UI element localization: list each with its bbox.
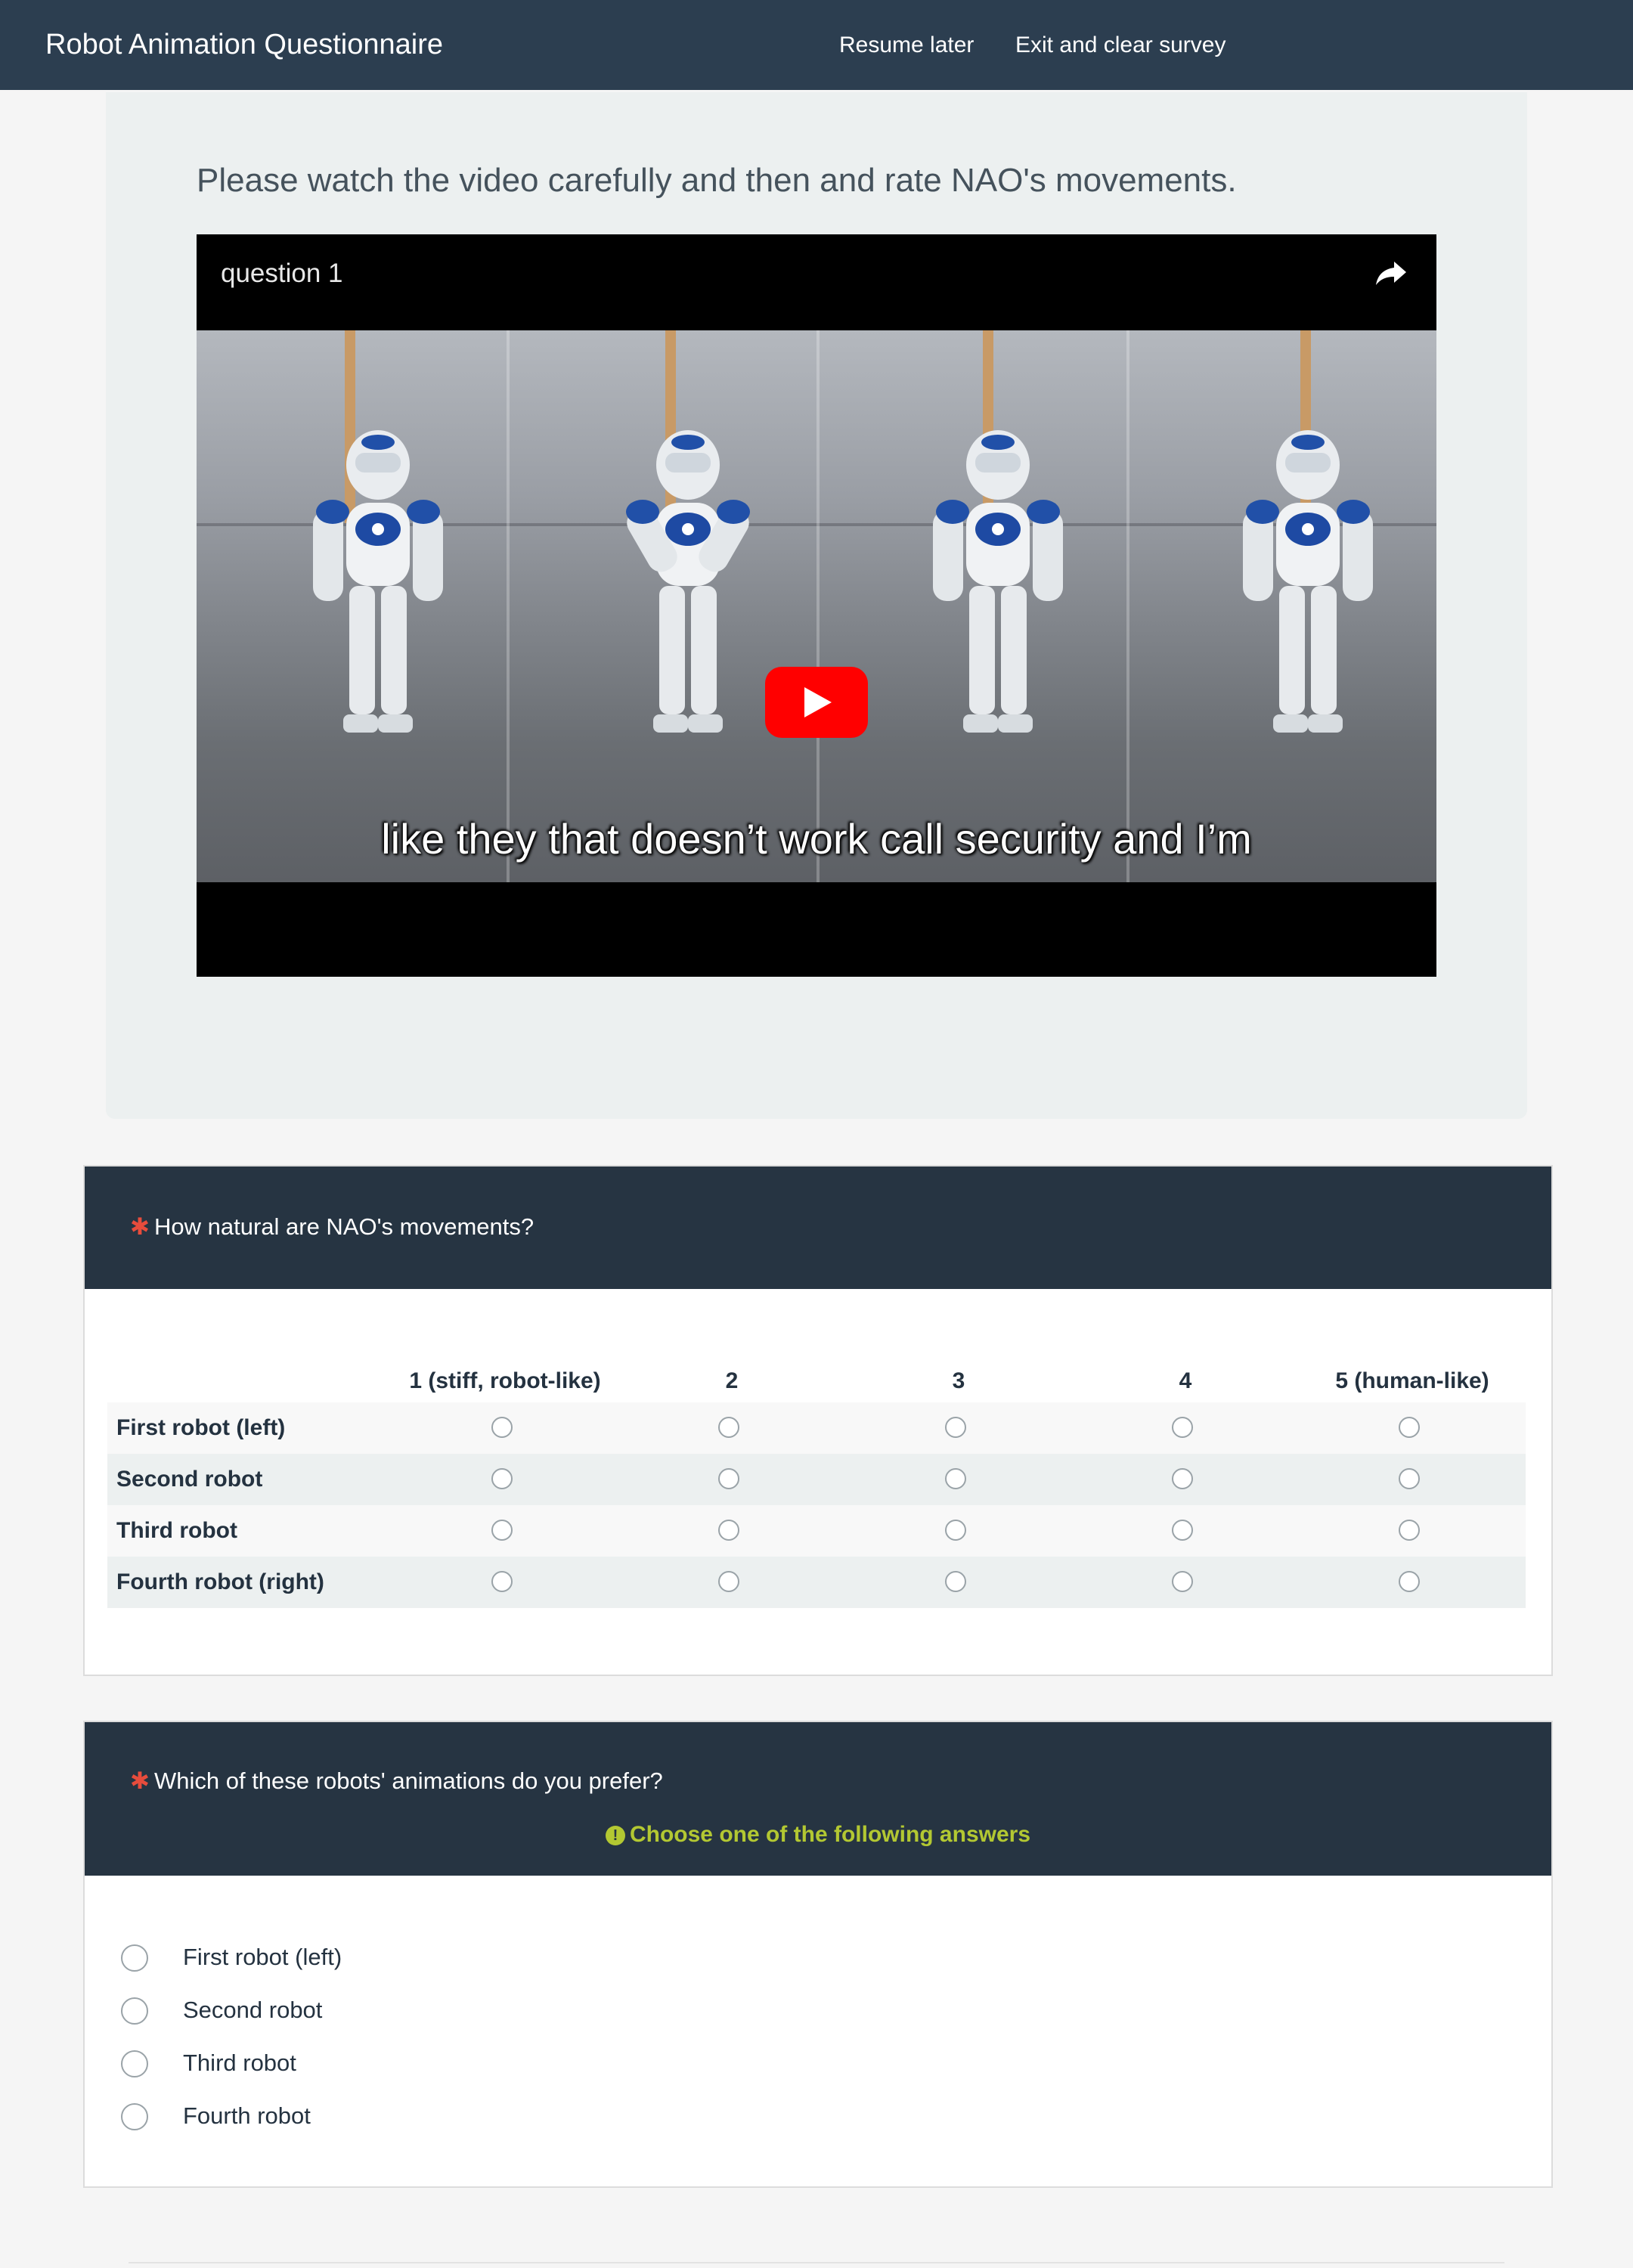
panel-divider: [507, 330, 510, 882]
top-navbar: Robot Animation Questionnaire Resume lat…: [0, 0, 1633, 90]
rating-radio[interactable]: [945, 1520, 966, 1541]
video-player[interactable]: question 1 like they that doesn’t work c…: [197, 234, 1436, 977]
question-help: ! Choose one of the following answers: [85, 1822, 1551, 1848]
youtube-play-icon[interactable]: [765, 667, 868, 738]
table-row: Second robot: [107, 1454, 1526, 1505]
question-header: ✱ Which of these robots' animations do yo…: [85, 1722, 1551, 1876]
rating-radio[interactable]: [1172, 1417, 1193, 1438]
rating-radio[interactable]: [491, 1468, 513, 1489]
video-subtitle: like they that doesn’t work call securit…: [381, 815, 1252, 863]
panel-divider: [816, 330, 820, 882]
answer-label[interactable]: First robot (left): [183, 1944, 342, 1971]
column-header: 1 (stiff, robot-like): [409, 1368, 601, 1393]
rating-radio[interactable]: [491, 1520, 513, 1541]
rating-radio[interactable]: [1172, 1468, 1193, 1489]
rating-radio[interactable]: [491, 1571, 513, 1592]
answer-radio[interactable]: [121, 2050, 148, 2077]
help-text: Choose one of the following answers: [629, 1822, 1031, 1847]
rating-radio[interactable]: [491, 1417, 513, 1438]
answer-label[interactable]: Third robot: [183, 2050, 296, 2077]
column-header: 5 (human-like): [1335, 1368, 1489, 1393]
question-label: How natural are NAO's movements?: [153, 1213, 535, 1240]
rating-radio[interactable]: [1399, 1468, 1420, 1489]
intro-panel: Please watch the video carefully and the…: [106, 92, 1527, 1119]
required-asterisk: ✱: [130, 1213, 150, 1240]
share-arrow-icon[interactable]: [1373, 254, 1409, 290]
row-label: Third robot: [116, 1518, 237, 1543]
question-text: ✱ How natural are NAO's movements?: [130, 1213, 534, 1241]
answer-radio[interactable]: [121, 1944, 148, 1972]
question-label: Which of these robots' animations do you…: [153, 1768, 663, 1794]
video-thumbnail[interactable]: like they that doesn’t work call securit…: [197, 330, 1436, 882]
nao-robot-figure: [1243, 430, 1373, 733]
rating-radio[interactable]: [1172, 1520, 1193, 1541]
nao-robot-figure: [933, 430, 1063, 733]
rating-radio[interactable]: [1172, 1571, 1193, 1592]
intro-instruction: Please watch the video carefully and the…: [197, 162, 1237, 199]
nao-robot-figure: [626, 430, 750, 733]
required-asterisk: ✱: [130, 1768, 150, 1794]
survey-title: Robot Animation Questionnaire: [45, 29, 443, 60]
table-row: First robot (left): [107, 1402, 1526, 1454]
rating-radio[interactable]: [1399, 1417, 1420, 1438]
nao-robot-figure: [313, 430, 443, 733]
answer-label[interactable]: Fourth robot: [183, 2102, 311, 2130]
rating-radio[interactable]: [718, 1417, 739, 1438]
column-header: 2: [725, 1368, 739, 1393]
info-icon: !: [605, 1826, 625, 1845]
table-row: Third robot: [107, 1505, 1526, 1557]
divider: [129, 2262, 1504, 2263]
column-header: 3: [952, 1368, 965, 1393]
row-label: First robot (left): [116, 1415, 286, 1440]
column-header: 4: [1179, 1368, 1192, 1393]
answer-label[interactable]: Second robot: [183, 1997, 322, 2024]
rating-radio[interactable]: [1399, 1571, 1420, 1592]
exit-clear-survey-link[interactable]: Exit and clear survey: [1015, 0, 1226, 90]
answer-radio[interactable]: [121, 1997, 148, 2025]
rating-radio[interactable]: [945, 1417, 966, 1438]
question-text: ✱ Which of these robots' animations do yo…: [130, 1768, 663, 1795]
video-title[interactable]: question 1: [221, 259, 343, 289]
rating-radio[interactable]: [718, 1520, 739, 1541]
rating-radio[interactable]: [1399, 1520, 1420, 1541]
resume-later-link[interactable]: Resume later: [839, 0, 974, 90]
rating-radio[interactable]: [945, 1468, 966, 1489]
table-row: Fourth robot (right): [107, 1557, 1526, 1608]
question-header: ✱ How natural are NAO's movements?: [85, 1167, 1551, 1289]
answer-radio[interactable]: [121, 2103, 148, 2130]
row-label: Fourth robot (right): [116, 1569, 324, 1594]
panel-divider: [1126, 330, 1129, 882]
row-label: Second robot: [116, 1467, 263, 1492]
rating-radio[interactable]: [718, 1571, 739, 1592]
rating-radio[interactable]: [718, 1468, 739, 1489]
rating-radio[interactable]: [945, 1571, 966, 1592]
